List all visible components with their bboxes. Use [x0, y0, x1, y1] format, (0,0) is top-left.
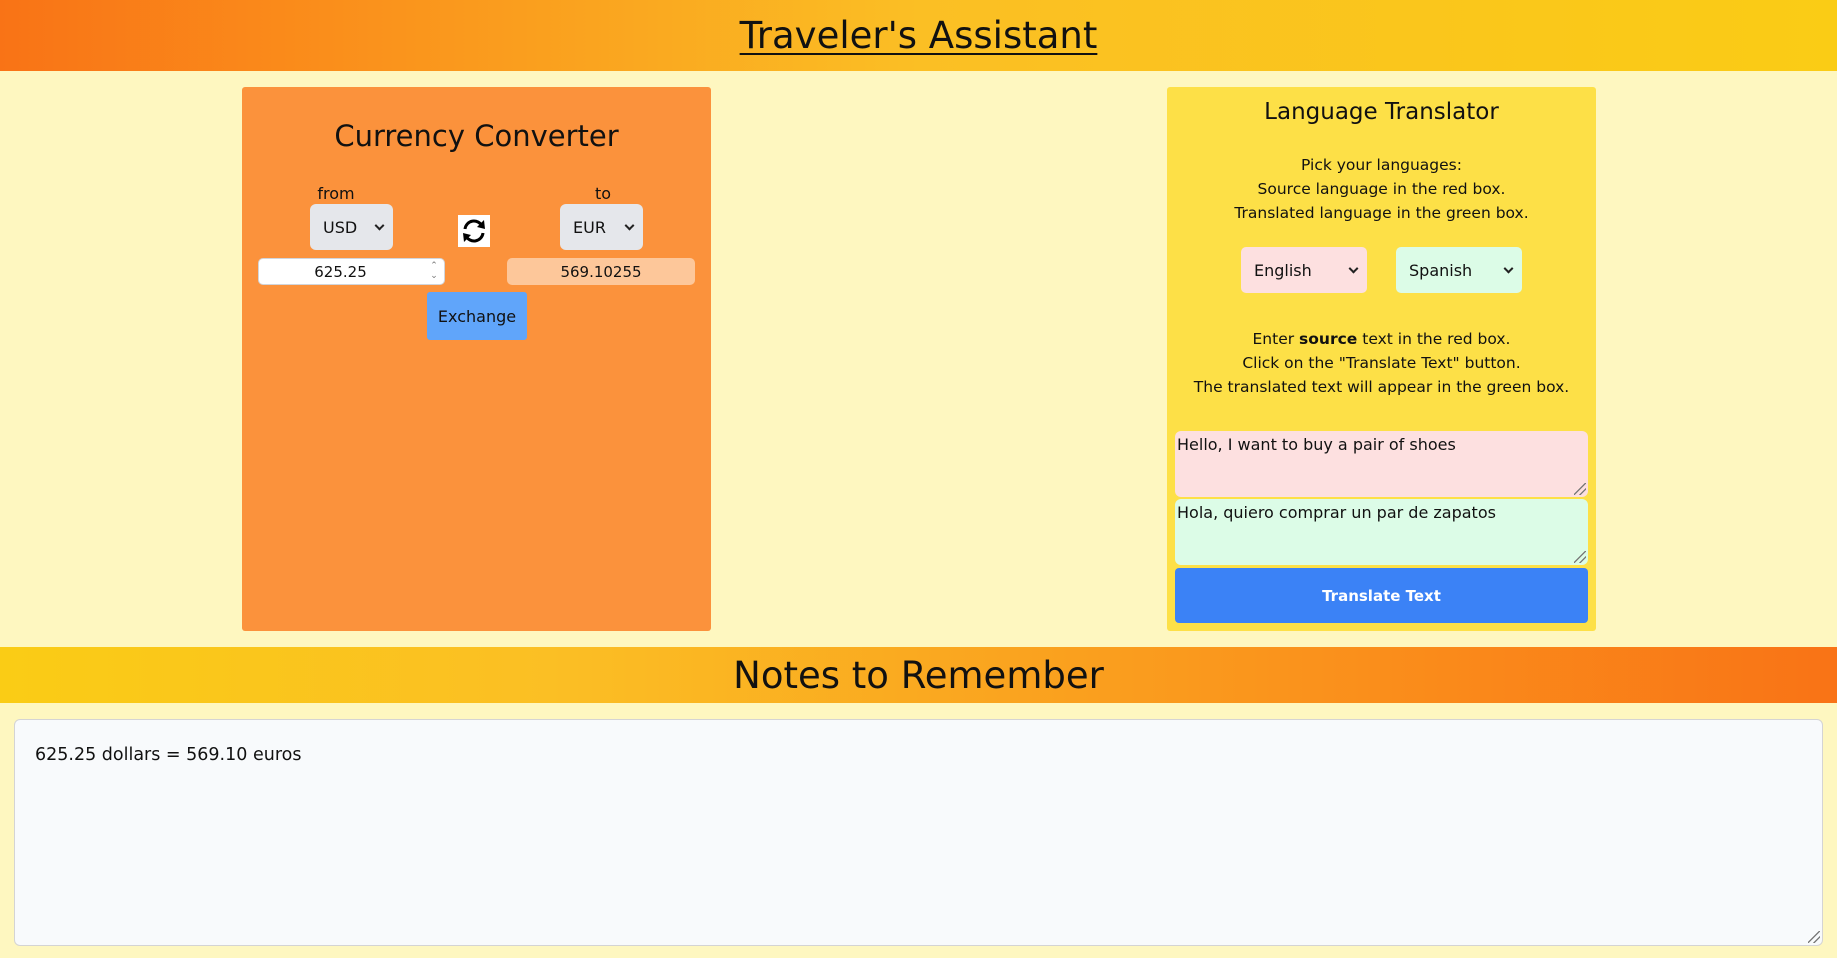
notes-textarea[interactable]: 625.25 dollars = 569.10 euros — [14, 719, 1823, 946]
notes-header: Notes to Remember — [0, 647, 1837, 703]
chevron-down-icon — [374, 220, 385, 231]
instruction-line: The translated text will appear in the g… — [1193, 378, 1570, 396]
instruction-bold-text: source — [1299, 330, 1358, 348]
to-currency-select[interactable]: EUR — [560, 204, 643, 250]
translator-title: Language Translator — [1264, 99, 1499, 125]
refresh-icon — [463, 219, 485, 243]
to-currency-value: EUR — [573, 217, 606, 237]
app-title-link[interactable]: Traveler's Assistant — [740, 14, 1098, 57]
language-translator-card: Language Translator Pick your languages:… — [1167, 87, 1596, 631]
converted-amount-value: 569.10255 — [560, 262, 642, 281]
source-language-select[interactable]: English — [1241, 247, 1367, 293]
instruction-line: Enter source text in the red box. — [1167, 327, 1596, 351]
notes-content: 625.25 dollars = 569.10 euros — [35, 745, 302, 765]
amount-value: 625.25 — [314, 262, 367, 281]
target-language-select[interactable]: Spanish — [1396, 247, 1522, 293]
from-currency-value: USD — [323, 217, 358, 237]
currency-converter-card: Currency Converter from to USD EUR 625.2… — [242, 87, 711, 631]
app-header: Traveler's Assistant — [0, 0, 1837, 71]
notes-title: Notes to Remember — [733, 653, 1104, 697]
resize-handle-icon[interactable] — [1574, 551, 1586, 563]
chevron-down-icon — [624, 220, 635, 231]
resize-handle-icon[interactable] — [1808, 931, 1820, 943]
translated-text-output[interactable]: Hola, quiero comprar un par de zapatos — [1175, 499, 1588, 565]
currency-converter-title: Currency Converter — [334, 119, 619, 153]
source-text-input[interactable]: Hello, I want to buy a pair of shoes — [1175, 431, 1588, 497]
amount-stepper[interactable]: ⌃ ⌄ — [427, 261, 441, 282]
instruction-line: Translated language in the green box. — [1234, 204, 1529, 222]
instruction-line: Pick your languages: — [1301, 156, 1462, 174]
source-text-value: Hello, I want to buy a pair of shoes — [1177, 435, 1456, 454]
source-language-value: English — [1254, 260, 1312, 280]
converted-amount-field: 569.10255 — [507, 258, 695, 285]
instruction-text: Enter — [1252, 330, 1300, 348]
swap-currency-button[interactable] — [458, 215, 490, 247]
instruction-text: text in the red box. — [1357, 330, 1511, 348]
translated-text-value: Hola, quiero comprar un par de zapatos — [1177, 503, 1496, 522]
language-instructions: Pick your languages: Source language in … — [1167, 153, 1596, 225]
from-label: from — [317, 184, 355, 203]
instruction-line: Source language in the red box. — [1257, 180, 1506, 198]
instruction-line: Click on the "Translate Text" button. — [1242, 354, 1521, 372]
to-label: to — [594, 184, 612, 203]
chevron-down-icon — [1503, 263, 1514, 274]
resize-handle-icon[interactable] — [1574, 483, 1586, 495]
chevron-down-icon — [1348, 263, 1359, 274]
translate-button[interactable]: Translate Text — [1175, 568, 1588, 623]
translate-instructions: Enter source text in the red box. Click … — [1167, 327, 1596, 399]
target-language-value: Spanish — [1409, 260, 1473, 280]
from-currency-select[interactable]: USD — [310, 204, 393, 250]
amount-input[interactable]: 625.25 ⌃ ⌄ — [258, 258, 445, 285]
exchange-button[interactable]: Exchange — [427, 292, 527, 340]
